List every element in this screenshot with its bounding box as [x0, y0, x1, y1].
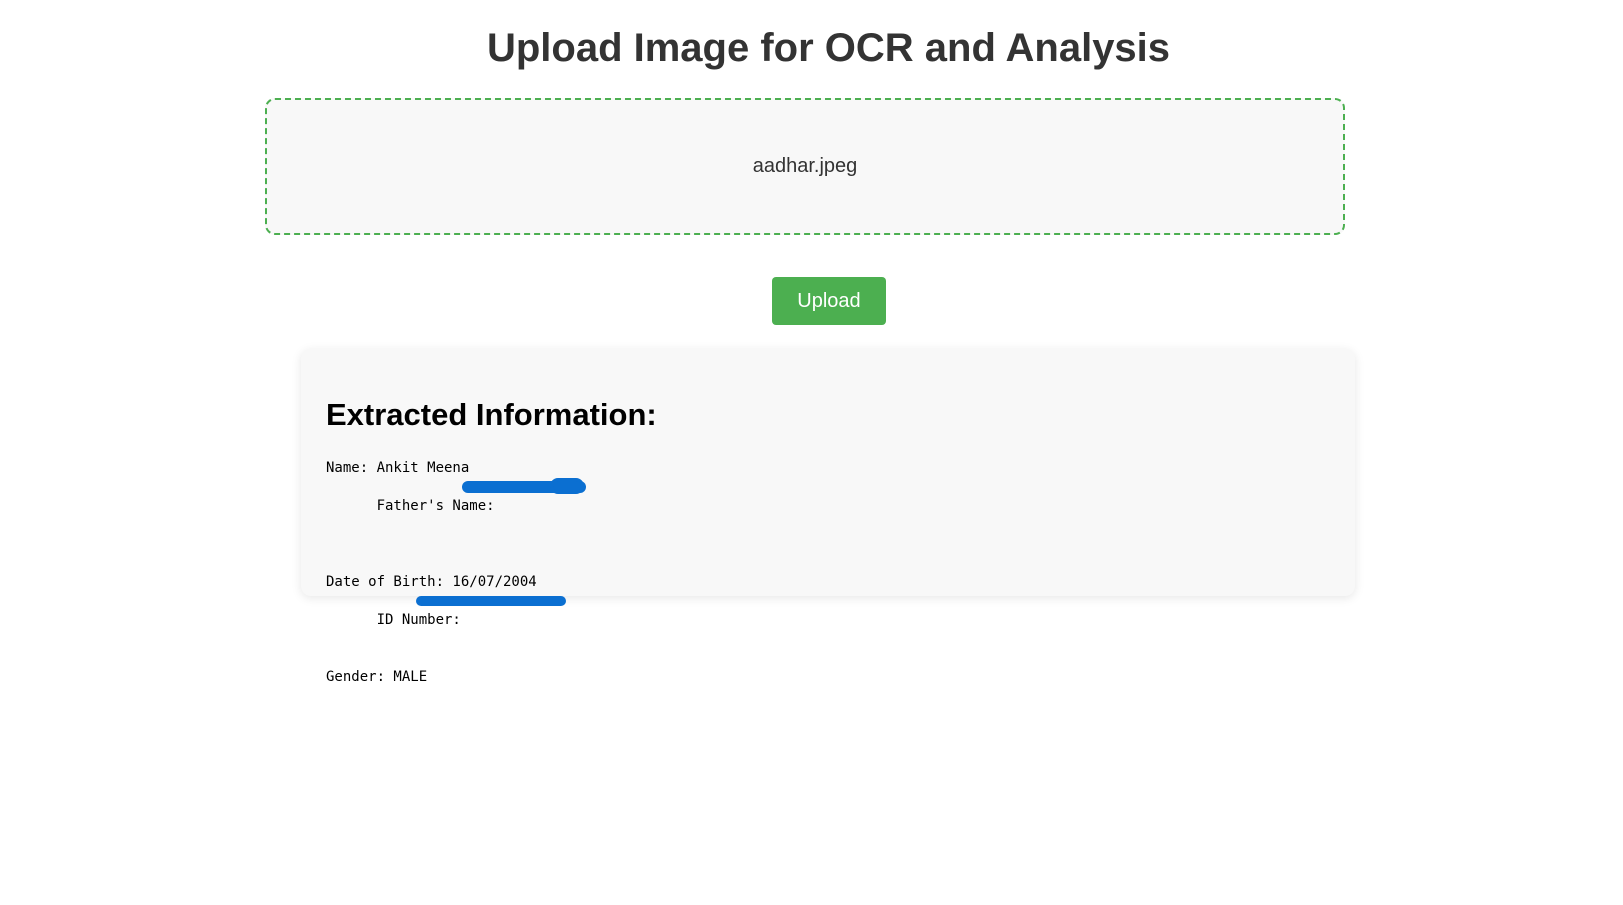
page-title: Upload Image for OCR and Analysis	[486, 26, 1171, 70]
id-number-label: ID Number:	[376, 612, 461, 628]
name-line: Name: Ankit Meena	[326, 460, 470, 476]
redaction-scribble	[416, 596, 566, 606]
redaction-scribble-loop	[550, 478, 584, 494]
extracted-info-card: Extracted Information: Name: Ankit Meena…	[301, 349, 1355, 685]
father-name-label: Father's Name:	[376, 498, 504, 514]
extracted-info-heading: Extracted Information:	[326, 397, 657, 432]
id-number-line: ID Number:	[326, 592, 566, 668]
father-name-line: Father's Name:	[326, 478, 586, 573]
gender-line: Gender: MALE	[326, 669, 428, 685]
dob-line: Date of Birth: 16/07/2004	[326, 574, 537, 590]
upload-button[interactable]: Upload	[772, 277, 886, 325]
file-dropzone[interactable]: aadhar.jpeg	[265, 98, 1345, 235]
selected-file-name: aadhar.jpeg	[752, 155, 858, 177]
extracted-info-text: Name: Ankit Meena Father's Name: Date of…	[326, 459, 586, 687]
